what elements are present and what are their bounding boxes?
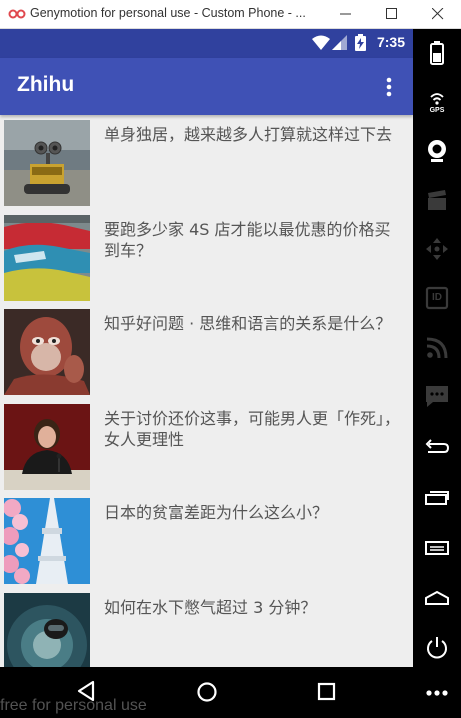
clapperboard-icon — [428, 190, 446, 210]
story-title: 关于讨价还价这事，可能男人更「作死」，女人更理性 — [104, 408, 401, 449]
rss-signal-icon — [426, 337, 448, 359]
webcam-icon — [428, 140, 446, 162]
close-icon — [432, 8, 444, 20]
story-item[interactable]: 日本的贫富差距为什么这么小？ — [0, 495, 413, 590]
overflow-menu-button[interactable] — [377, 74, 401, 100]
message-icon — [426, 386, 448, 407]
app-title: Zhihu — [17, 73, 75, 96]
device-id-widget-button[interactable]: ID — [423, 284, 451, 312]
id-label: ID — [432, 292, 442, 303]
monkey-statue-image — [4, 309, 90, 395]
app-bar: Zhihu — [0, 58, 413, 115]
watermark-text: free for personal use — [0, 697, 147, 714]
story-item[interactable]: 关于讨价还价这事，可能男人更「作死」，女人更理性 — [0, 401, 413, 496]
story-thumbnail — [4, 120, 90, 206]
power-icon — [427, 637, 447, 659]
story-title: 单身独居，越来越多人打算就这样过下去 — [104, 125, 393, 144]
home-nav-button[interactable] — [196, 681, 218, 703]
underwater-diver-image — [4, 592, 90, 667]
gps-label: GPS — [429, 107, 445, 114]
clock: 7:35 — [376, 34, 405, 50]
battery-charging-icon — [355, 34, 366, 51]
genymotion-logo-icon — [8, 9, 26, 19]
story-thumbnail — [4, 498, 90, 584]
story-title: 要跑多少家 4S 店才能以最优惠的价格买到车？ — [104, 219, 391, 260]
camera-widget-button[interactable] — [423, 137, 451, 165]
story-thumbnail — [4, 309, 90, 395]
window-titlebar: Genymotion for personal use - Custom Pho… — [0, 0, 461, 29]
cell-signal-icon — [332, 35, 347, 50]
story-item[interactable]: 如何在水下憋气超过 3 分钟？ — [0, 590, 413, 667]
wifi-icon — [312, 35, 330, 50]
story-list: 单身独居，越来越多人打算就这样过下去 要跑多少家 4S 店才能以最优惠的价格买到… — [0, 117, 413, 667]
sms-widget-button[interactable] — [423, 382, 451, 410]
robot-toy-image — [4, 120, 90, 206]
minimize-button[interactable] — [323, 0, 369, 28]
network-widget-button[interactable] — [423, 334, 451, 362]
gps-widget-button[interactable]: GPS — [423, 89, 451, 117]
story-item[interactable]: 单身独居，越来越多人打算就这样过下去 — [0, 117, 413, 212]
story-thumbnail — [4, 214, 90, 301]
dpad-widget-button[interactable] — [423, 235, 451, 263]
story-item[interactable]: 知乎好问题 · 思维和语言的关系是什么？ — [0, 306, 413, 401]
story-thumbnail — [4, 592, 90, 667]
more-horizontal-icon — [426, 690, 448, 696]
story-title: 知乎好问题 · 思维和语言的关系是什么？ — [104, 314, 392, 333]
tokyo-tower-blossom-image — [4, 498, 90, 584]
toolbar-home-button[interactable] — [423, 584, 451, 612]
gps-icon — [430, 93, 444, 105]
back-arrow-icon — [425, 439, 450, 453]
car-lot-image — [4, 214, 90, 301]
story-title: 如何在水下憋气超过 3 分钟？ — [104, 597, 317, 617]
toolbar-power-button[interactable] — [423, 634, 451, 662]
status-bar: 7:35 — [0, 29, 413, 58]
speaker-woman-image — [4, 403, 90, 490]
close-button[interactable] — [415, 0, 461, 28]
toolbar-more-button[interactable] — [423, 685, 451, 713]
recent-apps-icon — [425, 491, 449, 505]
battery-widget-button[interactable] — [423, 39, 451, 67]
story-title: 日本的贫富差距为什么这么小？ — [104, 503, 329, 522]
home-icon — [425, 590, 449, 605]
more-vertical-icon — [386, 77, 392, 97]
minimize-icon — [340, 13, 351, 15]
maximize-icon — [386, 8, 397, 19]
toolbar-menu-button[interactable] — [423, 534, 451, 562]
capture-widget-button[interactable] — [423, 187, 451, 215]
battery-icon — [430, 41, 444, 65]
toolbar-recents-button[interactable] — [423, 484, 451, 512]
recents-nav-button[interactable] — [317, 682, 337, 702]
story-item[interactable]: 要跑多少家 4S 店才能以最优惠的价格买到车？ — [0, 212, 413, 307]
maximize-button[interactable] — [369, 0, 415, 28]
story-thumbnail — [4, 403, 90, 490]
dpad-icon — [426, 238, 448, 260]
phone-screen: 7:35 Zhihu 单身独居，越来越多人打算就这样过下去 要跑多少家 4S 店… — [0, 29, 413, 667]
window-title: Genymotion for personal use - Custom Pho… — [30, 6, 306, 20]
menu-icon — [425, 541, 449, 555]
toolbar-back-button[interactable] — [423, 434, 451, 462]
emulator-toolbar: GPS ID — [413, 29, 461, 718]
